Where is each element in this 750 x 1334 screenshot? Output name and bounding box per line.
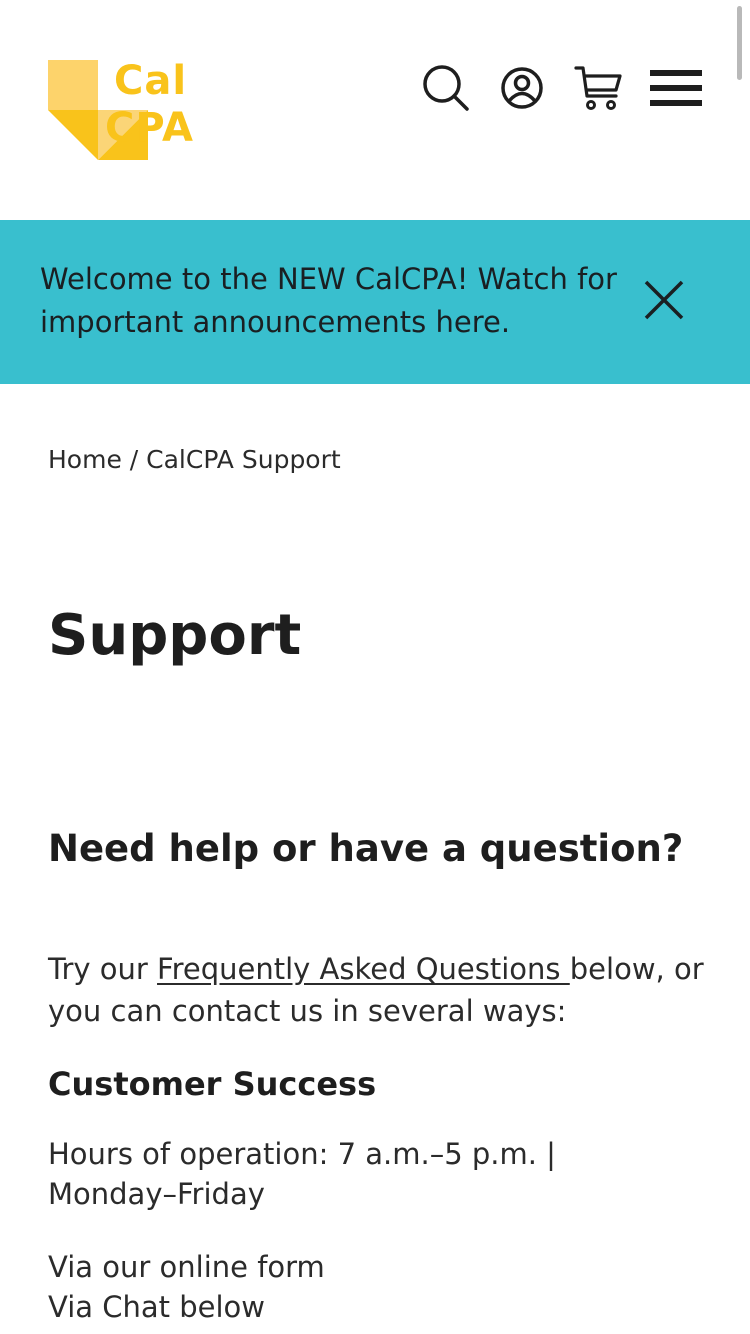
contact-option-online-form[interactable]: Via our online form	[48, 1247, 648, 1287]
header-icons	[422, 62, 702, 114]
breadcrumb-home-link[interactable]: Home	[48, 445, 122, 474]
hours-of-operation: Hours of operation: 7 a.m.–5 p.m. | Mond…	[48, 1137, 556, 1211]
cart-icon[interactable]	[574, 64, 622, 112]
logo-wordmark: Cal CPA	[105, 58, 194, 152]
contact-options: Via our online form Via Chat below	[48, 1247, 648, 1327]
intro-text-before: Try our	[48, 952, 158, 986]
breadcrumb-current: CalCPA Support	[146, 445, 341, 474]
logo-line-1: Cal	[114, 58, 188, 104]
breadcrumb: Home / CalCPA Support	[48, 442, 341, 478]
search-icon[interactable]	[422, 64, 470, 112]
contact-option-chat[interactable]: Via Chat below	[48, 1287, 648, 1327]
site-header: Cal CPA	[0, 0, 750, 220]
account-icon[interactable]	[498, 64, 546, 112]
close-icon[interactable]	[640, 276, 688, 328]
logo-line-2: CPA	[105, 105, 194, 151]
faq-link[interactable]: Frequently Asked Questions	[157, 952, 570, 986]
announcement-text: Welcome to the NEW CalCPA! Watch for imp…	[40, 262, 617, 339]
scrollbar[interactable]	[737, 6, 742, 80]
announcement-banner: Welcome to the NEW CalCPA! Watch for imp…	[0, 220, 750, 384]
breadcrumb-separator: /	[121, 445, 147, 474]
intro-paragraph: Try our Frequently Asked Questions below…	[48, 948, 708, 1032]
calcpa-logo[interactable]: Cal CPA	[48, 58, 263, 164]
help-heading: Need help or have a question?	[48, 827, 684, 870]
page: Cal CPA Welcome to the NEW CalCPA! Watch…	[0, 0, 750, 1334]
page-title: Support	[48, 603, 302, 668]
customer-success-heading: Customer Success	[48, 1065, 377, 1103]
menu-icon[interactable]	[650, 64, 702, 112]
